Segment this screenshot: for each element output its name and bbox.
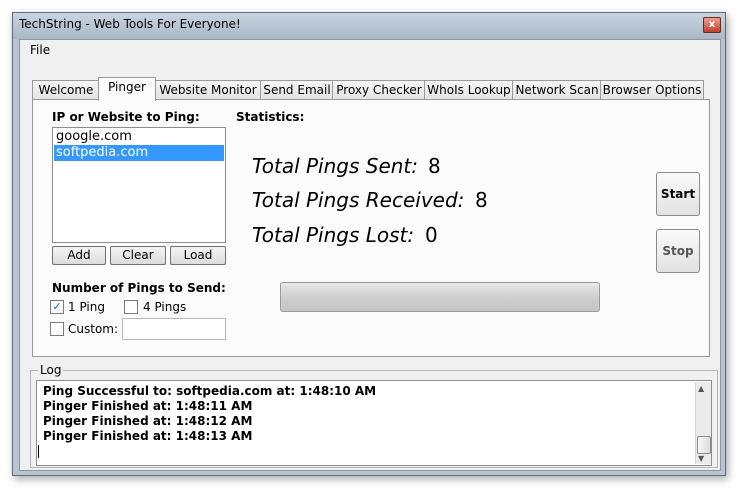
custom-label: Custom: bbox=[68, 322, 119, 336]
app-window: TechString - Web Tools For Everyone! x F… bbox=[12, 12, 726, 476]
list-item[interactable]: google.com bbox=[54, 129, 224, 145]
client-area: File Welcome Pinger Website Monitor Send… bbox=[19, 39, 721, 471]
ip-label: IP or Website to Ping: bbox=[52, 110, 200, 124]
one-ping-checkbox[interactable]: ✓ bbox=[50, 300, 64, 314]
ping-count-label: Number of Pings to Send: bbox=[52, 281, 226, 295]
host-list[interactable]: google.com softpedia.com bbox=[52, 127, 226, 243]
lost-label: Total Pings Lost: bbox=[252, 223, 415, 247]
one-ping-label: 1 Ping bbox=[68, 300, 105, 314]
ping-progress-bar bbox=[280, 282, 600, 312]
clear-button[interactable]: Clear bbox=[110, 246, 166, 265]
lost-value: 0 bbox=[425, 223, 438, 247]
load-button[interactable]: Load bbox=[170, 246, 226, 265]
custom-count-input[interactable] bbox=[122, 318, 226, 340]
received-value: 8 bbox=[475, 188, 488, 212]
four-pings-checkbox[interactable] bbox=[124, 300, 138, 314]
received-label: Total Pings Received: bbox=[252, 188, 465, 212]
pinger-content: IP or Website to Ping: Statistics: googl… bbox=[20, 40, 720, 470]
window-title: TechString - Web Tools For Everyone! bbox=[19, 17, 241, 31]
sent-label: Total Pings Sent: bbox=[252, 154, 419, 178]
statistics-label: Statistics: bbox=[236, 110, 305, 124]
title-bar[interactable]: TechString - Web Tools For Everyone! x bbox=[13, 13, 725, 39]
close-button[interactable]: x bbox=[703, 17, 721, 33]
log-label: Log bbox=[38, 363, 64, 377]
sent-value: 8 bbox=[428, 154, 441, 178]
list-item-selected[interactable]: softpedia.com bbox=[54, 145, 224, 161]
custom-checkbox[interactable] bbox=[50, 322, 64, 336]
add-button[interactable]: Add bbox=[52, 246, 106, 265]
stop-button[interactable]: Stop bbox=[656, 229, 700, 273]
four-pings-label: 4 Pings bbox=[143, 300, 187, 314]
start-button[interactable]: Start bbox=[656, 172, 700, 216]
